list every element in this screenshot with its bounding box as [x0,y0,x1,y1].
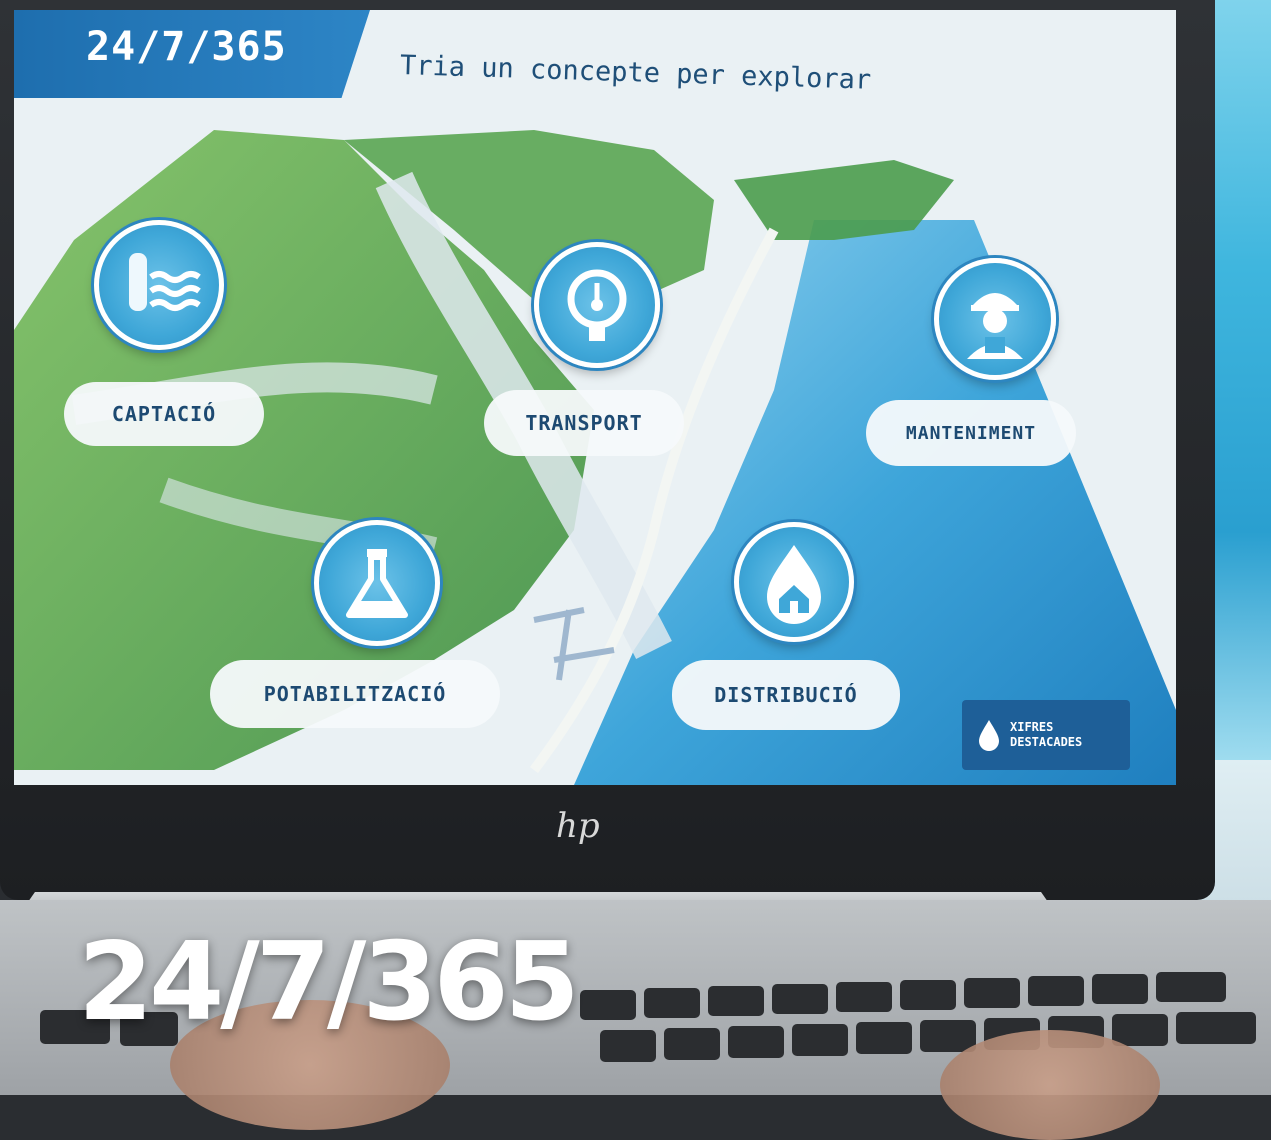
laptop-bezel: 24/7/365 Tria un concepte per explorar C… [0,0,1215,900]
worker-icon [967,293,1023,359]
transport-label[interactable]: TRANSPORT [484,390,684,456]
title-tab-text: 24/7/365 [86,24,287,70]
manteniment-button[interactable] [934,258,1056,380]
lab-flask-icon [346,549,408,618]
transport-button[interactable] [534,242,660,368]
water-drop-icon [979,720,999,751]
potabilitzacio-label[interactable]: POTABILITZACIÓ [210,660,500,728]
hp-logo: hp [556,806,600,846]
captacio-button[interactable] [94,220,224,350]
right-hand [940,1030,1160,1140]
captacio-label[interactable]: CAPTACIÓ [64,382,264,446]
potabilitzacio-button[interactable] [314,520,440,646]
distribucio-label[interactable]: DISTRIBUCIÓ [672,660,900,730]
water-drop-house-icon [767,545,821,624]
overlay-title: 24/7/365 [78,920,580,1045]
manteniment-label[interactable]: MANTENIMENT [866,400,1076,466]
distribucio-button[interactable] [734,522,854,642]
pressure-gauge-icon [567,269,627,341]
xifres-destacades-button[interactable]: XIFRES DESTACADES [962,700,1130,770]
water-tower-waves-icon [129,253,201,311]
laptop-screen: 24/7/365 Tria un concepte per explorar C… [14,10,1176,785]
title-tab: 24/7/365 [14,10,370,98]
xifres-destacades-text: XIFRES DESTACADES [1010,720,1083,749]
